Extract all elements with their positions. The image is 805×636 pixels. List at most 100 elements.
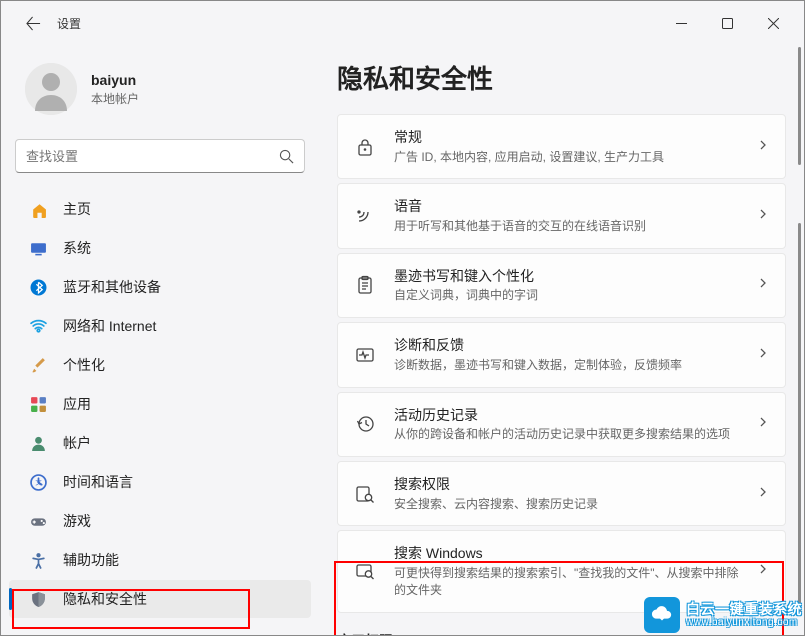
- close-button[interactable]: [750, 7, 796, 39]
- sidebar-item-time[interactable]: 文 时间和语言: [9, 463, 311, 501]
- sidebar-item-label: 时间和语言: [63, 472, 133, 492]
- minimize-button[interactable]: [658, 7, 704, 39]
- setting-item-activity[interactable]: 活动历史记录 从你的跨设备和帐户的活动历史记录中获取更多搜索结果的选项: [337, 392, 786, 457]
- search-container: [1, 131, 319, 189]
- profile-account-type: 本地帐户: [91, 90, 139, 107]
- chevron-right-icon: [757, 276, 769, 294]
- diag-icon: [354, 345, 376, 365]
- watermark-text: 白云一键重装系统 www.baiyunxitong.com: [686, 602, 802, 628]
- search-box[interactable]: [15, 139, 305, 173]
- titlebar: 设置: [1, 1, 804, 45]
- setting-text: 活动历史记录 从你的跨设备和帐户的活动历史记录中获取更多搜索结果的选项: [394, 406, 739, 443]
- search-icon: [279, 149, 294, 164]
- setting-desc: 从你的跨设备和帐户的活动历史记录中获取更多搜索结果的选项: [394, 426, 739, 443]
- close-icon: [768, 18, 779, 29]
- setting-item-general[interactable]: 常规 广告 ID, 本地内容, 应用启动, 设置建议, 生产力工具: [337, 114, 786, 179]
- page-title: 隐私和安全性: [337, 59, 786, 96]
- scroll-thumb-sidebar[interactable]: [798, 47, 801, 165]
- avatar-icon: [25, 63, 77, 115]
- sidebar-item-accessibility[interactable]: 辅助功能: [9, 541, 311, 579]
- setting-item-diag[interactable]: 诊断和反馈 诊断数据，墨迹书写和键入数据，定制体验，反馈频率: [337, 322, 786, 387]
- setting-desc: 安全搜索、云内容搜索、搜索历史记录: [394, 496, 739, 513]
- sidebar-item-label: 辅助功能: [63, 550, 119, 570]
- sidebar-item-label: 系统: [63, 238, 91, 258]
- sidebar-item-apps[interactable]: 应用: [9, 385, 311, 423]
- main-panel: 隐私和安全性 常规 广告 ID, 本地内容, 应用启动, 设置建议, 生产力工具…: [319, 45, 804, 635]
- sidebar-item-bluetooth[interactable]: 蓝牙和其他设备: [9, 268, 311, 306]
- sidebar-item-home[interactable]: 主页: [9, 190, 311, 228]
- navigation: 主页 系统 蓝牙和其他设备 网络和 Internet 个性化 应用 帐户 文 时…: [1, 190, 319, 618]
- setting-title: 活动历史记录: [394, 406, 739, 426]
- profile-section[interactable]: baiyun 本地帐户: [1, 55, 319, 131]
- chevron-right-icon: [757, 562, 769, 580]
- clipboard-icon: [354, 275, 376, 295]
- chevron-right-icon: [757, 415, 769, 433]
- sidebar-item-network[interactable]: 网络和 Internet: [9, 307, 311, 345]
- scrollbar-vertical[interactable]: [796, 47, 803, 633]
- window-title: 设置: [57, 15, 81, 32]
- shield-icon: [29, 590, 47, 608]
- profile-text: baiyun 本地帐户: [91, 72, 139, 107]
- setting-title: 常规: [394, 128, 739, 148]
- bluetooth-icon: [29, 278, 47, 296]
- sidebar-item-system[interactable]: 系统: [9, 229, 311, 267]
- search-input[interactable]: [26, 149, 279, 164]
- setting-desc: 诊断数据，墨迹书写和键入数据，定制体验，反馈频率: [394, 357, 739, 374]
- setting-text: 语音 用于听写和其他基于语音的交互的在线语音识别: [394, 197, 739, 234]
- accessibility-icon: [29, 551, 47, 569]
- setting-desc: 自定义词典，词典中的字词: [394, 287, 739, 304]
- setting-text: 诊断和反馈 诊断数据，墨迹书写和键入数据，定制体验，反馈频率: [394, 336, 739, 373]
- setting-title: 搜索权限: [394, 475, 739, 495]
- window-controls: [658, 7, 796, 39]
- watermark-line2: www.baiyunxitong.com: [686, 617, 802, 628]
- arrow-left-icon: [26, 16, 41, 31]
- chevron-right-icon: [757, 207, 769, 225]
- setting-text: 搜索权限 安全搜索、云内容搜索、搜索历史记录: [394, 475, 739, 512]
- sidebar-item-label: 网络和 Internet: [63, 316, 156, 336]
- sidebar-item-gaming[interactable]: 游戏: [9, 502, 311, 540]
- time-icon: 文: [29, 473, 47, 491]
- settings-list: 常规 广告 ID, 本地内容, 应用启动, 设置建议, 生产力工具 语音 用于听…: [337, 114, 786, 613]
- maximize-button[interactable]: [704, 7, 750, 39]
- maximize-icon: [722, 18, 733, 29]
- setting-title: 语音: [394, 197, 739, 217]
- setting-text: 常规 广告 ID, 本地内容, 应用启动, 设置建议, 生产力工具: [394, 128, 739, 165]
- apps-icon: [29, 395, 47, 413]
- setting-title: 搜索 Windows: [394, 544, 739, 564]
- setting-desc: 广告 ID, 本地内容, 应用启动, 设置建议, 生产力工具: [394, 149, 739, 166]
- chevron-right-icon: [757, 346, 769, 364]
- profile-name: baiyun: [91, 72, 139, 88]
- searchperm-icon: [354, 484, 376, 504]
- setting-item-searchperm[interactable]: 搜索权限 安全搜索、云内容搜索、搜索历史记录: [337, 461, 786, 526]
- scroll-thumb-main[interactable]: [798, 223, 801, 613]
- chevron-right-icon: [757, 138, 769, 156]
- setting-desc: 用于听写和其他基于语音的交互的在线语音识别: [394, 218, 739, 235]
- svg-text:文: 文: [35, 477, 42, 486]
- brush-icon: [29, 356, 47, 374]
- sidebar-item-privacy[interactable]: 隐私和安全性: [9, 580, 311, 618]
- setting-text: 搜索 Windows 可更快得到搜索结果的搜索索引、"查找我的文件"、从搜索中排…: [394, 544, 739, 598]
- setting-item-inking[interactable]: 墨迹书写和键入个性化 自定义词典，词典中的字词: [337, 253, 786, 318]
- watermark: 白云一键重装系统 www.baiyunxitong.com: [644, 597, 802, 633]
- sidebar-item-label: 个性化: [63, 355, 105, 375]
- sidebar-item-label: 帐户: [63, 433, 91, 453]
- settings-window: 设置: [0, 0, 805, 636]
- sidebar-item-label: 主页: [63, 199, 91, 219]
- back-button[interactable]: [17, 7, 49, 39]
- watermark-badge: [644, 597, 680, 633]
- system-icon: [29, 239, 47, 257]
- history-icon: [354, 414, 376, 434]
- lock-icon: [354, 137, 376, 157]
- sidebar-item-accounts[interactable]: 帐户: [9, 424, 311, 462]
- setting-item-speech[interactable]: 语音 用于听写和其他基于语音的交互的在线语音识别: [337, 183, 786, 248]
- minimize-icon: [676, 18, 687, 29]
- person-icon: [29, 434, 47, 452]
- sidebar-item-label: 隐私和安全性: [63, 589, 147, 609]
- setting-text: 墨迹书写和键入个性化 自定义词典，词典中的字词: [394, 267, 739, 304]
- sidebar-item-personalization[interactable]: 个性化: [9, 346, 311, 384]
- searchwin-icon: [354, 561, 376, 581]
- sidebar-item-label: 游戏: [63, 511, 91, 531]
- speech-icon: [354, 206, 376, 226]
- gaming-icon: [29, 512, 47, 530]
- setting-desc: 可更快得到搜索结果的搜索索引、"查找我的文件"、从搜索中排除的文件夹: [394, 565, 739, 599]
